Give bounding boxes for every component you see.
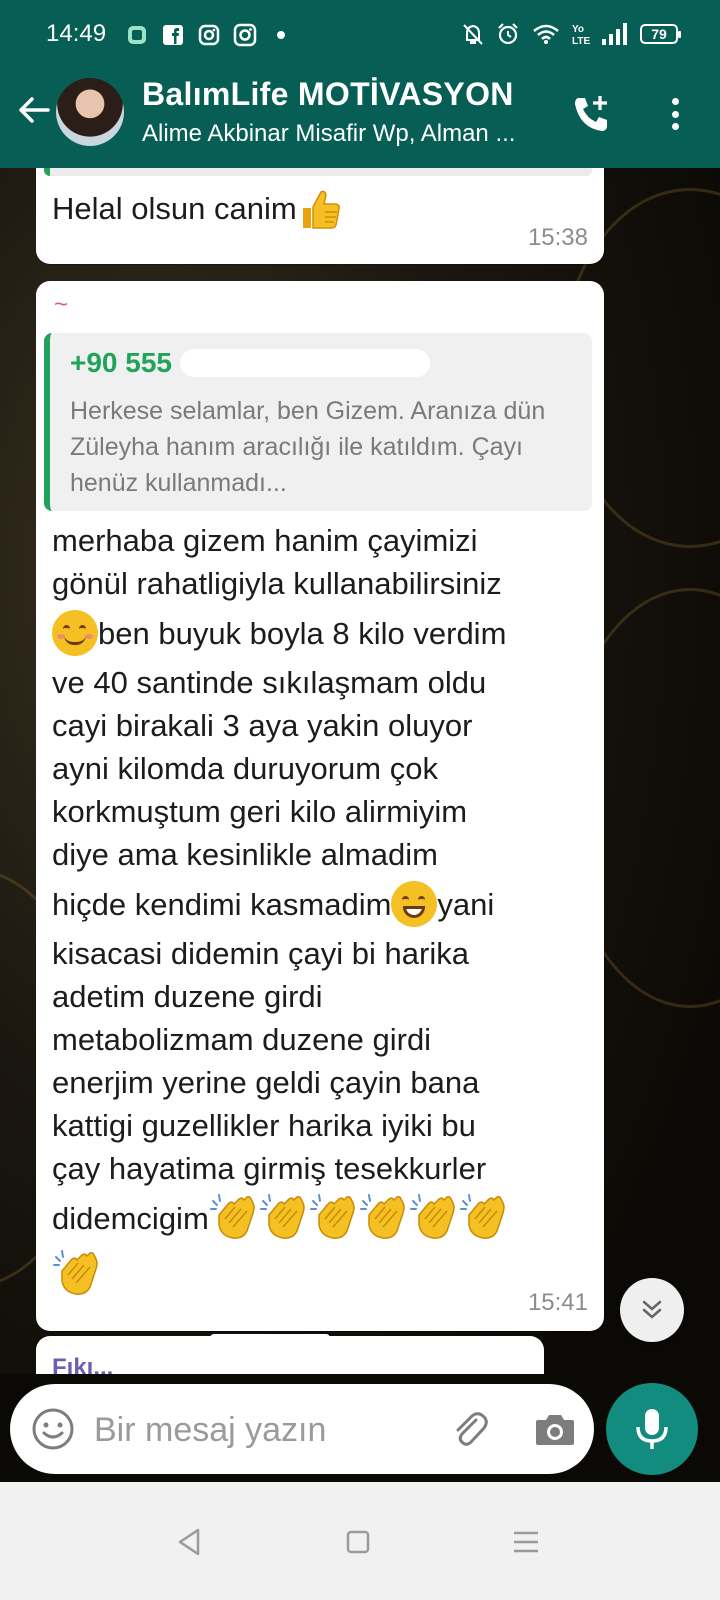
message-line: hiçde kendimi kasmadim yani <box>52 876 592 932</box>
quoted-message-fragment <box>44 168 592 176</box>
alarm-icon <box>498 23 518 45</box>
microphone-icon <box>636 1409 668 1449</box>
svg-text:LTE: LTE <box>572 36 590 46</box>
mute-icon <box>463 24 483 45</box>
instagram-icon <box>196 22 222 48</box>
message-line: ve 40 santinde sıkılaşmam oldu <box>52 665 487 700</box>
message-line: gönül rahatligiyla kullanabilirsiniz <box>52 566 502 601</box>
message-line: merhaba gizem hanim çayimizi <box>52 523 478 558</box>
message-line: enerjim yerine geldi çayin bana <box>52 1065 480 1100</box>
message-line: korkmuştum geri kilo alirmiyim <box>52 794 468 829</box>
system-icons: Yo LTE 79 <box>462 22 681 46</box>
attach-icon[interactable] <box>446 1406 492 1452</box>
clapping-hands-emoji <box>359 1193 409 1243</box>
clapping-hands-emoji <box>259 1193 309 1243</box>
sender-name[interactable]: ~ <box>54 291 68 319</box>
message-line <box>52 1246 592 1302</box>
clapping-hands-emoji <box>309 1193 359 1243</box>
message-text: Helal olsun canim <box>52 186 343 232</box>
signal-icon <box>602 23 627 45</box>
facebook-icon <box>160 22 186 48</box>
message-line: ayni kilomda duruyorum çok <box>52 751 438 786</box>
message-text: merhaba gizem hanim çayimizi gönül rahat… <box>52 519 592 1302</box>
message-line: kattigi guzellikler harika iyiki bu <box>52 1108 476 1143</box>
app-notification-icon <box>124 22 150 48</box>
instagram-icon <box>232 22 258 48</box>
svg-text:Yo: Yo <box>572 24 584 35</box>
message-time: 15:38 <box>527 224 588 251</box>
message-time: 15:41 <box>527 1289 588 1316</box>
message-line: ben buyuk boyla 8 kilo verdim <box>52 605 592 661</box>
clapping-hands-emoji <box>459 1193 509 1243</box>
voice-message-button[interactable] <box>606 1383 698 1475</box>
quoted-message[interactable]: +90 555 Herkese selamlar, ben Gizem. Ara… <box>44 333 592 511</box>
nav-recents-icon[interactable] <box>506 1522 546 1562</box>
status-bar: 14:49 Yo LTE 79 <box>0 0 720 56</box>
message-line: adetim duzene girdi <box>52 979 323 1014</box>
message-line: metabolizmam duzene girdi <box>52 1022 432 1057</box>
group-avatar[interactable] <box>56 78 124 146</box>
message-composer[interactable] <box>10 1384 594 1474</box>
camera-icon[interactable] <box>532 1406 578 1452</box>
smiling-face-emoji <box>52 610 98 656</box>
clapping-hands-emoji <box>52 1249 102 1299</box>
chat-participants[interactable]: Alime Akbinar Misafir Wp, Alman ... <box>142 120 552 148</box>
system-navigation-bar <box>0 1482 720 1600</box>
message-line: didemcigim <box>52 1190 592 1246</box>
scroll-to-bottom-button[interactable] <box>620 1278 684 1342</box>
message-bubble[interactable]: ~ +90 555 Herkese selamlar, ben Gizem. A… <box>36 281 604 1331</box>
add-call-icon[interactable] <box>570 92 614 136</box>
status-time: 14:49 <box>46 20 107 47</box>
quoted-text: Herkese selamlar, ben Gizem. Aranıza dün… <box>70 397 546 497</box>
emoji-icon[interactable] <box>30 1406 76 1452</box>
redaction-mark <box>180 349 430 377</box>
notification-icons <box>124 22 294 48</box>
double-chevron-down-icon <box>642 1300 662 1319</box>
clapping-hands-emoji <box>209 1193 259 1243</box>
chat-area[interactable]: Helal olsun canim 15:38 ~ +90 555 Herkes… <box>0 168 720 1510</box>
clapping-hands-emoji <box>409 1193 459 1243</box>
battery-icon: 79 <box>640 24 681 44</box>
message-line: cayi birakali 3 aya yakin oluyor <box>52 708 473 743</box>
nav-back-icon[interactable] <box>170 1522 210 1562</box>
message-line: diye ama kesinlikle almadim <box>52 837 438 872</box>
chat-header[interactable]: BalımLife MOTİVASYON Alime Akbinar Misaf… <box>0 56 720 168</box>
message-line: çay hayatima girmiş tesekkurler <box>52 1151 487 1186</box>
message-line: kisacasi didemin çayi bi harika <box>52 936 469 971</box>
grinning-face-emoji <box>391 881 438 927</box>
nav-home-icon[interactable] <box>338 1522 378 1562</box>
more-options-icon[interactable] <box>660 94 690 134</box>
redaction-mark <box>210 1334 330 1342</box>
message-bubble[interactable]: Helal olsun canim 15:38 <box>36 168 604 264</box>
wifi-icon <box>533 24 559 44</box>
back-arrow-icon[interactable] <box>14 90 54 130</box>
more-notifications-dot-icon <box>268 22 294 48</box>
thumbs-up-emoji <box>302 190 340 229</box>
volte-icon: YoLTE <box>572 24 590 46</box>
quoted-sender: +90 555 <box>70 347 430 379</box>
message-input[interactable] <box>94 1408 414 1452</box>
chat-title[interactable]: BalımLife MOTİVASYON <box>142 76 514 113</box>
